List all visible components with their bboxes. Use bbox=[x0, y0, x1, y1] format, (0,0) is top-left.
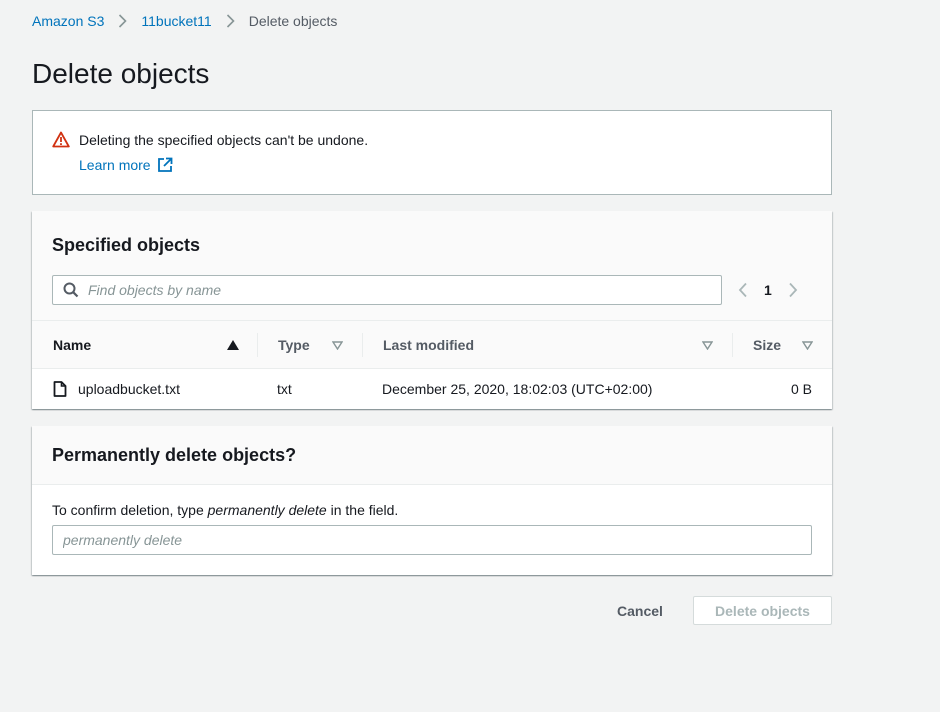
column-header-name[interactable]: Name bbox=[53, 321, 91, 369]
specified-objects-title: Specified objects bbox=[52, 235, 201, 255]
search-input[interactable] bbox=[88, 282, 688, 298]
confirm-instruction: To confirm deletion, type permanently de… bbox=[52, 502, 399, 518]
object-size: 0 B bbox=[790, 381, 812, 397]
object-name-link[interactable]: uploadbucket.txt bbox=[78, 369, 180, 409]
column-header-last-modified[interactable]: Last modified bbox=[383, 321, 474, 369]
confirm-delete-input[interactable] bbox=[52, 525, 812, 555]
previous-page-icon[interactable] bbox=[738, 282, 748, 298]
sort-ascending-icon[interactable] bbox=[227, 340, 239, 350]
delete-objects-button[interactable]: Delete objects bbox=[693, 596, 832, 625]
column-divider bbox=[732, 333, 733, 357]
confirm-delete-header: Permanently delete objects? bbox=[32, 426, 832, 485]
page-title: Delete objects bbox=[32, 58, 210, 89]
next-page-icon[interactable] bbox=[788, 282, 798, 298]
chevron-right-icon bbox=[118, 14, 128, 28]
file-icon bbox=[53, 369, 67, 409]
table-row: uploadbucket.txt txt December 25, 2020, … bbox=[32, 369, 832, 409]
sort-icon[interactable] bbox=[802, 341, 813, 350]
cancel-button[interactable]: Cancel bbox=[604, 596, 676, 626]
chevron-right-icon bbox=[226, 14, 235, 28]
learn-more-label: Learn more bbox=[79, 157, 151, 173]
warning-alert: Deleting the specified objects can't be … bbox=[32, 110, 832, 195]
external-link-icon bbox=[157, 157, 172, 172]
learn-more-link[interactable]: Learn more bbox=[79, 157, 173, 173]
search-icon bbox=[63, 282, 79, 298]
confirm-delete-panel: Permanently delete objects? To confirm d… bbox=[32, 426, 832, 575]
breadcrumb-item-current: Delete objects bbox=[248, 13, 338, 29]
breadcrumb: Amazon S3 11bucket11 Delete objects bbox=[32, 11, 337, 31]
object-type: txt bbox=[277, 381, 292, 397]
column-header-size[interactable]: Size bbox=[753, 321, 781, 369]
breadcrumb-item-bucket[interactable]: 11bucket11 bbox=[141, 13, 211, 29]
sort-icon[interactable] bbox=[332, 341, 343, 350]
column-divider bbox=[362, 333, 363, 357]
table-header: Name Type Last modified Size bbox=[32, 321, 832, 369]
confirm-delete-title: Permanently delete objects? bbox=[52, 445, 297, 465]
current-page-number[interactable]: 1 bbox=[764, 282, 772, 298]
specified-objects-panel: Specified objects 1 Name Type bbox=[32, 211, 832, 409]
column-divider bbox=[257, 333, 258, 357]
specified-objects-header: Specified objects 1 bbox=[32, 211, 832, 321]
column-header-type[interactable]: Type bbox=[278, 321, 310, 369]
alert-message: Deleting the specified objects can't be … bbox=[79, 132, 369, 148]
warning-triangle-icon bbox=[52, 131, 70, 151]
object-last-modified: December 25, 2020, 18:02:03 (UTC+02:00) bbox=[382, 381, 653, 397]
sort-icon[interactable] bbox=[702, 341, 713, 350]
breadcrumb-item-amazon-s3[interactable]: Amazon S3 bbox=[32, 13, 104, 29]
search-box bbox=[52, 275, 722, 305]
pagination: 1 bbox=[738, 281, 798, 299]
